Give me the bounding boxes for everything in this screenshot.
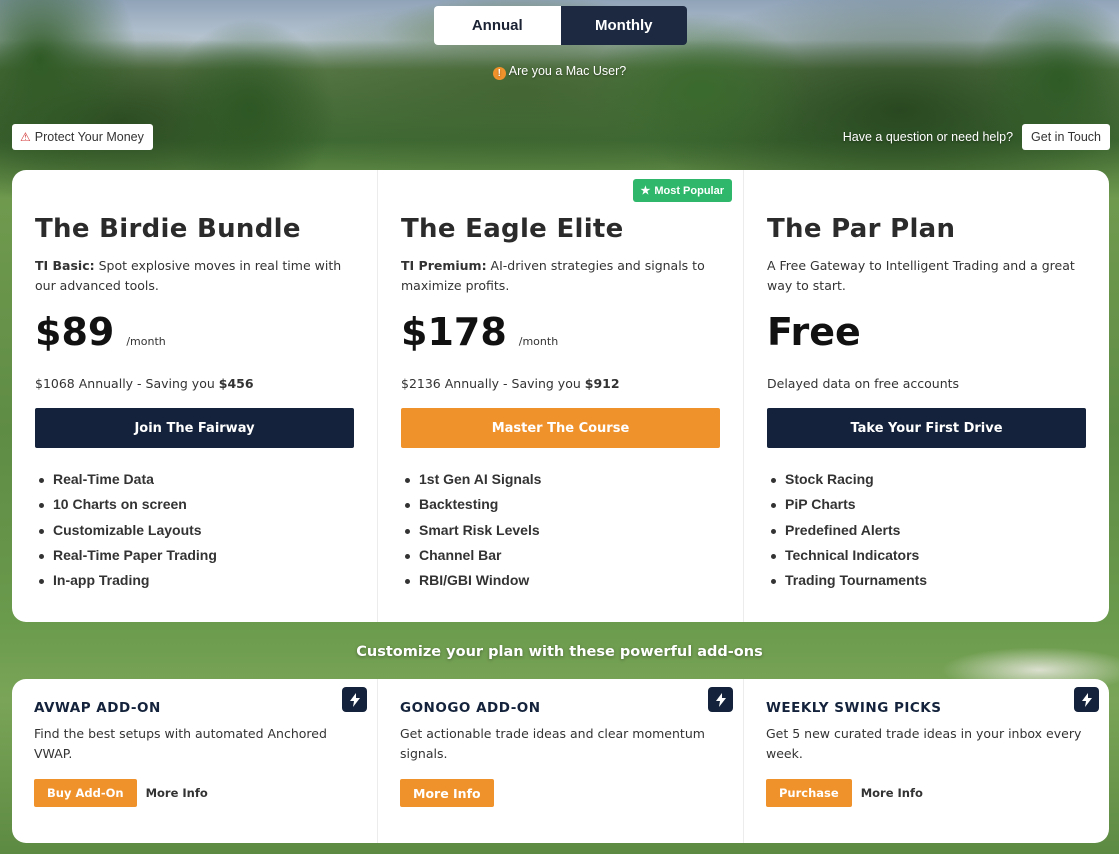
billing-toggle: Annual Monthly bbox=[434, 6, 687, 45]
plan-card-par: The Par Plan A Free Gateway to Intellige… bbox=[743, 170, 1109, 622]
annual-toggle-option[interactable]: Annual bbox=[434, 6, 561, 45]
list-item: Real-Time Paper Trading bbox=[39, 543, 354, 568]
addons-heading: Customize your plan with these powerful … bbox=[356, 644, 763, 660]
addon-title: WEEKLY SWING PICKS bbox=[766, 700, 942, 716]
lightning-icon bbox=[342, 687, 367, 712]
plan-description: A Free Gateway to Intelligent Trading an… bbox=[767, 258, 1075, 293]
addon-card-weekly-swing: WEEKLY SWING PICKS Get 5 new curated tra… bbox=[743, 679, 1109, 843]
plan-description: TI Premium: AI-driven strategies and sig… bbox=[401, 256, 720, 296]
plan-title: The Eagle Elite bbox=[401, 214, 624, 244]
price-row: Free bbox=[767, 310, 1086, 362]
plan-card-eagle: ★ Most Popular The Eagle Elite TI Premiu… bbox=[377, 170, 743, 622]
monthly-toggle-option[interactable]: Monthly bbox=[560, 6, 687, 45]
price-period: /month bbox=[518, 335, 559, 348]
addon-actions: Purchase More Info bbox=[766, 779, 1087, 807]
list-item: Channel Bar bbox=[405, 543, 720, 568]
addon-title: AVWAP ADD-ON bbox=[34, 700, 161, 716]
addon-description: Find the best setups with automated Anch… bbox=[34, 726, 327, 761]
list-item: RBI/GBI Window bbox=[405, 568, 720, 593]
mac-user-text: Are you a Mac User? bbox=[508, 64, 627, 78]
protect-money-button[interactable]: ⚠ Protect Your Money bbox=[12, 124, 153, 150]
help-question: Have a question or need help? bbox=[842, 130, 1014, 144]
addon-card-gonogo: GONOGO ADD-ON Get actionable trade ideas… bbox=[377, 679, 743, 843]
plan-tier-label: TI Basic: bbox=[35, 258, 95, 273]
list-item: In-app Trading bbox=[39, 568, 354, 593]
free-plan-note: Delayed data on free accounts bbox=[767, 376, 960, 391]
pricing-plans: The Birdie Bundle TI Basic: Spot explosi… bbox=[12, 170, 1109, 622]
more-info-link[interactable]: More Info bbox=[861, 786, 923, 800]
annual-saving-amount: $912 bbox=[584, 376, 620, 391]
list-item: Technical Indicators bbox=[771, 543, 1086, 568]
join-the-fairway-button[interactable]: Join The Fairway bbox=[35, 408, 354, 448]
addon-title: GONOGO ADD-ON bbox=[400, 700, 541, 716]
annual-text: $2136 Annually - Saving you bbox=[401, 376, 585, 391]
addons-section: AVWAP ADD-ON Find the best setups with a… bbox=[12, 679, 1109, 843]
list-item: Trading Tournaments bbox=[771, 568, 1086, 593]
buy-addon-button[interactable]: Buy Add-On bbox=[34, 779, 137, 807]
list-item: Real-Time Data bbox=[39, 467, 354, 492]
more-info-button[interactable]: More Info bbox=[400, 779, 494, 807]
plan-price: $89 bbox=[35, 310, 115, 354]
get-in-touch-button[interactable]: Get in Touch bbox=[1022, 124, 1110, 150]
badge-label: Most Popular bbox=[654, 184, 724, 197]
more-info-link[interactable]: More Info bbox=[146, 786, 208, 800]
plan-card-birdie: The Birdie Bundle TI Basic: Spot explosi… bbox=[12, 170, 377, 622]
feature-list: Real-Time Data 10 Charts on screen Custo… bbox=[35, 467, 354, 593]
lightning-icon bbox=[708, 687, 733, 712]
take-your-first-drive-button[interactable]: Take Your First Drive bbox=[767, 408, 1086, 448]
price-row: $89 /month bbox=[35, 310, 354, 362]
addon-actions: More Info bbox=[400, 779, 721, 807]
list-item: Backtesting bbox=[405, 492, 720, 517]
most-popular-badge: ★ Most Popular bbox=[633, 179, 732, 202]
list-item: PiP Charts bbox=[771, 492, 1086, 517]
list-item: Smart Risk Levels bbox=[405, 518, 720, 543]
list-item: Predefined Alerts bbox=[771, 518, 1086, 543]
plan-title: The Birdie Bundle bbox=[35, 214, 301, 244]
list-item: Stock Racing bbox=[771, 467, 1086, 492]
plan-tier-label: TI Premium: bbox=[401, 258, 487, 273]
price-period: /month bbox=[126, 335, 166, 348]
addon-actions: Buy Add-On More Info bbox=[34, 779, 355, 807]
addon-card-avwap: AVWAP ADD-ON Find the best setups with a… bbox=[12, 679, 377, 843]
lightning-icon bbox=[1074, 687, 1099, 712]
star-icon: ★ bbox=[640, 185, 651, 197]
plan-description: TI Basic: Spot explosive moves in real t… bbox=[35, 256, 354, 296]
warning-icon: ⚠ bbox=[20, 130, 31, 144]
feature-list: Stock Racing PiP Charts Predefined Alert… bbox=[767, 467, 1086, 593]
plan-title: The Par Plan bbox=[767, 214, 956, 244]
addon-description: Get actionable trade ideas and clear mom… bbox=[400, 726, 705, 761]
exclamation-icon: ! bbox=[492, 67, 506, 80]
annual-savings: $2136 Annually - Saving you $912 bbox=[401, 376, 720, 394]
plan-price: Free bbox=[767, 310, 861, 354]
annual-savings: $1068 Annually - Saving you $456 bbox=[35, 376, 354, 394]
protect-money-label: Protect Your Money bbox=[34, 130, 144, 144]
mac-user-link[interactable]: ! Are you a Mac User? bbox=[0, 64, 1119, 80]
master-the-course-button[interactable]: Master The Course bbox=[401, 408, 720, 448]
list-item: 1st Gen AI Signals bbox=[405, 467, 720, 492]
help-section: Have a question or need help? Get in Tou… bbox=[843, 124, 1110, 150]
purchase-button[interactable]: Purchase bbox=[766, 779, 852, 807]
plan-price: $178 bbox=[401, 310, 507, 354]
list-item: 10 Charts on screen bbox=[39, 492, 354, 517]
addon-description: Get 5 new curated trade ideas in your in… bbox=[766, 726, 1082, 761]
annual-text: $1068 Annually - Saving you bbox=[35, 376, 219, 391]
annual-saving-amount: $456 bbox=[218, 376, 254, 391]
feature-list: 1st Gen AI Signals Backtesting Smart Ris… bbox=[401, 467, 720, 593]
price-row: $178 /month bbox=[401, 310, 720, 362]
list-item: Customizable Layouts bbox=[39, 518, 354, 543]
